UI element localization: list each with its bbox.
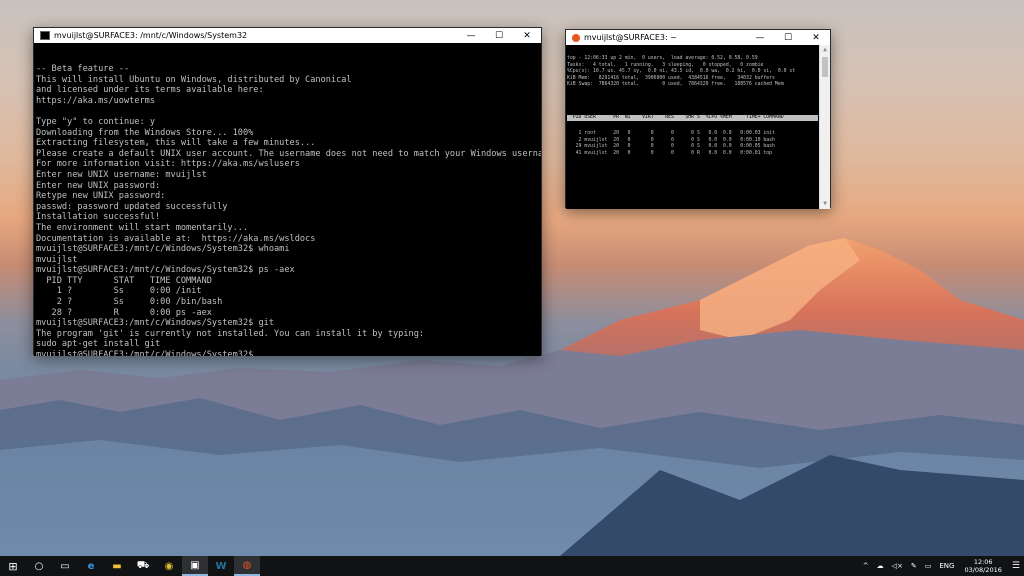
start-button[interactable]: ⊞ — [0, 556, 26, 576]
wordpress-icon[interactable]: W — [208, 556, 234, 576]
language-indicator[interactable]: ENG — [935, 562, 958, 570]
file-explorer-icon[interactable]: ▬ — [104, 556, 130, 576]
console-line: Installation successful! — [36, 212, 161, 223]
console-line: -- Beta feature -- — [36, 64, 130, 74]
console-line: Downloading from the Windows Store... 10… — [36, 127, 254, 138]
console-titlebar[interactable]: mvuijlst@SURFACE3: /mnt/c/Windows/System… — [34, 28, 541, 43]
maximize-button[interactable]: ☐ — [774, 30, 802, 45]
console-line: Extracting filesystem, this will take a … — [36, 138, 316, 149]
ubuntu-taskbar-icon[interactable]: ◍ — [234, 556, 260, 576]
console-line: 28 ? R 0:00 ps -aex — [36, 307, 212, 318]
console-line: mvuijlst@SURFACE3:/mnt/c/Windows/System3… — [36, 350, 254, 356]
top-titlebar[interactable]: mvuijlst@SURFACE3: ~ — ☐ ✕ — [566, 30, 830, 45]
bash-taskbar-icon[interactable]: ▣ — [182, 556, 208, 576]
console-line: This will install Ubuntu on Windows, dis… — [36, 74, 352, 85]
volume-icon[interactable]: ◁× — [888, 562, 907, 570]
scroll-thumb[interactable] — [822, 57, 828, 77]
console-app-icon — [40, 31, 50, 40]
clock-time: 12:06 — [973, 558, 993, 566]
console-lines: -- Beta feature -- This will install Ubun… — [36, 64, 541, 356]
console-output[interactable]: -- Beta feature -- This will install Ubun… — [34, 43, 541, 356]
console-line: Type "y" to continue: y — [36, 116, 155, 127]
onedrive-icon[interactable]: ☁ — [873, 562, 888, 570]
close-button[interactable]: ✕ — [513, 28, 541, 43]
console-line: 1 ? Ss 0:00 /init — [36, 286, 202, 297]
clock[interactable]: 12:06 03/08/2016 — [958, 558, 1007, 574]
show-hidden-icons-icon[interactable]: ^ — [859, 562, 873, 570]
console-line: mvuijlst@SURFACE3:/mnt/c/Windows/System3… — [36, 265, 295, 276]
console-line: Documentation is available at: https://a… — [36, 233, 316, 244]
clock-date: 03/08/2016 — [964, 566, 1002, 574]
scroll-down-icon[interactable]: ▼ — [820, 199, 830, 209]
console-line: Enter new UNIX username: mvuijlst — [36, 169, 207, 180]
console-line: mvuijlst — [36, 254, 78, 265]
console-line: The program 'git' is currently not insta… — [36, 328, 425, 339]
console-line: For more information visit: https://aka.… — [36, 159, 300, 170]
console-line: passwd: password updated successfully — [36, 201, 228, 212]
top-window[interactable]: mvuijlst@SURFACE3: ~ — ☐ ✕ top - 12:06:3… — [565, 29, 831, 209]
console-line: https://aka.ms/uowterms — [36, 95, 155, 106]
console-line: PID TTY STAT TIME COMMAND — [36, 275, 212, 286]
task-view-button[interactable]: ▭ — [52, 556, 78, 576]
console-line: mvuijlst@SURFACE3:/mnt/c/Windows/System3… — [36, 244, 290, 255]
console-line: Retype new UNIX password: — [36, 191, 166, 202]
edge-icon[interactable]: e — [78, 556, 104, 576]
chrome-icon[interactable]: ◉ — [156, 556, 182, 576]
top-title: mvuijlst@SURFACE3: ~ — [584, 33, 677, 42]
top-output[interactable]: top - 12:06:33 up 2 min, 0 users, load a… — [566, 45, 830, 209]
console-line: mvuijlst@SURFACE3:/mnt/c/Windows/System3… — [36, 318, 274, 329]
process-rows: 1 root 20 0 0 0 0 S 0.0 0.0 0:00.03 init… — [567, 131, 818, 157]
maximize-button[interactable]: ☐ — [485, 28, 513, 43]
pen-icon[interactable]: ✎ — [907, 562, 921, 570]
top-summary: top - 12:06:33 up 2 min, 0 users, load a… — [567, 56, 818, 89]
top-scrollbar[interactable]: ▲ ▼ — [819, 45, 830, 209]
taskbar: ⊞ ○ ▭ e ▬ ⛟ ◉ ▣ W ◍ ^ ☁ ◁× ✎ ▭ ENG 12:06… — [0, 556, 1024, 576]
console-line: sudo apt-get install git — [36, 339, 161, 350]
process-table-header: PID USER PR NI VIRT RES SHR S %CPU %MEM … — [567, 114, 818, 121]
process-row: 41 mvuijlst 20 0 0 0 0 R 0.0 0.0 0:00.01… — [567, 150, 773, 156]
minimize-button[interactable]: — — [746, 30, 774, 45]
bash-console-window[interactable]: mvuijlst@SURFACE3: /mnt/c/Windows/System… — [33, 27, 542, 356]
top-summary-line: KiB Swap: 7864320 total, 0 used, 7864320… — [567, 82, 784, 87]
scroll-up-icon[interactable]: ▲ — [820, 45, 830, 55]
console-line: and licensed under its terms available h… — [36, 85, 264, 96]
action-center-icon[interactable]: ☰ — [1008, 561, 1024, 571]
system-tray: ^ ☁ ◁× ✎ ▭ ENG 12:06 03/08/2016 ☰ — [859, 556, 1024, 576]
console-line: Please create a default UNIX user accoun… — [36, 148, 541, 159]
console-title: mvuijlst@SURFACE3: /mnt/c/Windows/System… — [54, 31, 248, 40]
console-line: 2 ? Ss 0:00 /bin/bash — [36, 297, 223, 308]
top-summary-line: %Cpu(s): 10.7 us, 45.7 sy, 0.0 ni, 43.5 … — [567, 69, 796, 74]
search-button[interactable]: ○ — [26, 556, 52, 576]
ubuntu-icon — [572, 33, 580, 42]
battery-icon[interactable]: ▭ — [921, 562, 936, 570]
console-line: Enter new UNIX password: — [36, 180, 161, 191]
minimize-button[interactable]: — — [457, 28, 485, 43]
store-icon[interactable]: ⛟ — [130, 556, 156, 576]
close-button[interactable]: ✕ — [802, 30, 830, 45]
console-line: The environment will start momentarily..… — [36, 222, 249, 233]
